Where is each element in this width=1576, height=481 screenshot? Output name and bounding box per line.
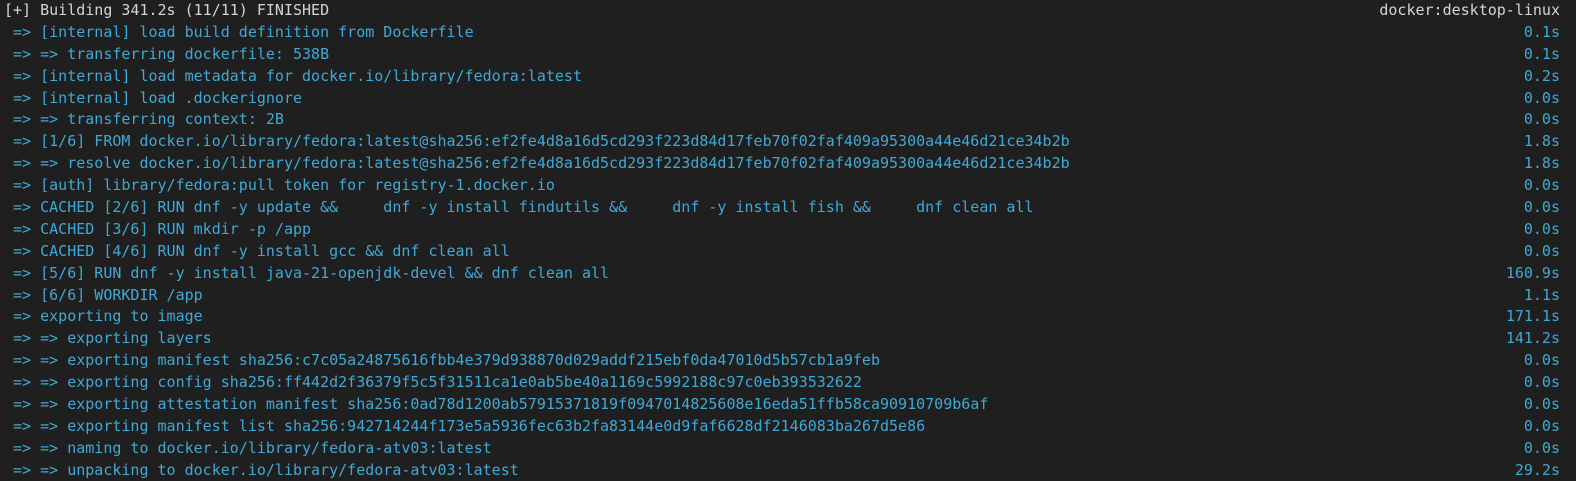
- build-step-text: => [internal] load .dockerignore: [4, 88, 303, 107]
- build-step-text: => [internal] load metadata for docker.i…: [4, 66, 582, 85]
- build-step-text: => => exporting attestation manifest sha…: [4, 395, 989, 414]
- build-step-text: => [auth] library/fedora:pull token for …: [4, 176, 555, 195]
- build-step-line: => [auth] library/fedora:pull token for …: [4, 175, 1560, 197]
- build-step-line: => => naming to docker.io/library/fedora…: [4, 438, 1560, 460]
- build-step-line: => => exporting attestation manifest sha…: [4, 394, 1560, 416]
- build-step-line: => => transferring dockerfile: 538B 0.1s: [4, 44, 1560, 66]
- build-step-time: 0.1s: [1523, 22, 1560, 41]
- build-step-time: 0.0s: [1523, 416, 1560, 435]
- build-step-text: => => exporting layers: [4, 329, 212, 348]
- build-step-line: => => exporting manifest sha256:c7c05a24…: [4, 350, 1560, 372]
- build-step-line: => CACHED [4/6] RUN dnf -y install gcc &…: [4, 241, 1560, 263]
- build-step-text: => => unpacking to docker.io/library/fed…: [4, 460, 519, 479]
- build-step-text: => CACHED [2/6] RUN dnf -y update && dnf…: [4, 198, 1034, 217]
- build-step-line: => [1/6] FROM docker.io/library/fedora:l…: [4, 131, 1560, 153]
- build-step-time: 1.1s: [1523, 285, 1560, 304]
- build-step-line: => => exporting manifest list sha256:942…: [4, 416, 1560, 438]
- build-step-line: => => exporting config sha256:ff442d2f36…: [4, 372, 1560, 394]
- build-step-time: 0.0s: [1523, 241, 1560, 260]
- build-step-time: 0.0s: [1523, 110, 1560, 129]
- build-step-line: => exporting to image 171.1s: [4, 306, 1560, 328]
- builder-context: docker:desktop-linux: [1379, 1, 1560, 19]
- build-step-text: => CACHED [4/6] RUN dnf -y install gcc &…: [4, 241, 510, 260]
- build-step-time: 1.8s: [1523, 154, 1560, 173]
- build-step-text: => [1/6] FROM docker.io/library/fedora:l…: [4, 132, 1070, 151]
- build-step-text: => => transferring context: 2B: [4, 110, 284, 129]
- build-step-time: 0.2s: [1523, 66, 1560, 85]
- build-step-text: => => transferring dockerfile: 538B: [4, 44, 330, 63]
- build-step-text: => [6/6] WORKDIR /app: [4, 285, 203, 304]
- terminal-output[interactable]: [+] Building 341.2s (11/11) FINISHED doc…: [0, 0, 1576, 481]
- build-step-text: => exporting to image: [4, 307, 203, 326]
- build-step-text: => => exporting manifest list sha256:942…: [4, 416, 926, 435]
- build-step-time: 0.0s: [1523, 176, 1560, 195]
- build-step-line: => => resolve docker.io/library/fedora:l…: [4, 153, 1560, 175]
- build-step-line: => => exporting layers 141.2s: [4, 328, 1560, 350]
- build-step-text: => => exporting config sha256:ff442d2f36…: [4, 373, 862, 392]
- build-step-time: 0.0s: [1523, 373, 1560, 392]
- build-step-time: 0.0s: [1523, 219, 1560, 238]
- build-step-time: 0.1s: [1523, 44, 1560, 63]
- build-step-text: => => resolve docker.io/library/fedora:l…: [4, 154, 1070, 173]
- build-step-time: 160.9s: [1505, 263, 1560, 282]
- build-step-time: 141.2s: [1505, 329, 1560, 348]
- build-status: [+] Building 341.2s (11/11) FINISHED: [4, 1, 330, 19]
- build-step-line: => [5/6] RUN dnf -y install java-21-open…: [4, 263, 1560, 285]
- build-step-line: => [6/6] WORKDIR /app 1.1s: [4, 285, 1560, 307]
- build-step-line: => CACHED [2/6] RUN dnf -y update && dnf…: [4, 197, 1560, 219]
- build-step-text: => => exporting manifest sha256:c7c05a24…: [4, 351, 880, 370]
- build-step-text: => [5/6] RUN dnf -y install java-21-open…: [4, 263, 610, 282]
- build-step-line: => => unpacking to docker.io/library/fed…: [4, 460, 1560, 481]
- build-step-time: 0.0s: [1523, 88, 1560, 107]
- build-step-text: => CACHED [3/6] RUN mkdir -p /app: [4, 219, 312, 238]
- build-step-time: 171.1s: [1505, 307, 1560, 326]
- build-step-time: 29.2s: [1514, 460, 1560, 479]
- build-step-time: 0.0s: [1523, 395, 1560, 414]
- build-step-time: 0.0s: [1523, 351, 1560, 370]
- build-step-line: => [internal] load .dockerignore 0.0s: [4, 88, 1560, 110]
- build-step-time: 1.8s: [1523, 132, 1560, 151]
- build-step-line: => => transferring context: 2B 0.0s: [4, 109, 1560, 131]
- build-step-time: 0.0s: [1523, 438, 1560, 457]
- build-status-line: [+] Building 341.2s (11/11) FINISHED doc…: [4, 0, 1560, 22]
- build-step-line: => [internal] load build definition from…: [4, 22, 1560, 44]
- build-step-text: => => naming to docker.io/library/fedora…: [4, 438, 492, 457]
- build-step-text: => [internal] load build definition from…: [4, 22, 474, 41]
- build-step-line: => CACHED [3/6] RUN mkdir -p /app 0.0s: [4, 219, 1560, 241]
- build-step-time: 0.0s: [1523, 198, 1560, 217]
- build-step-line: => [internal] load metadata for docker.i…: [4, 66, 1560, 88]
